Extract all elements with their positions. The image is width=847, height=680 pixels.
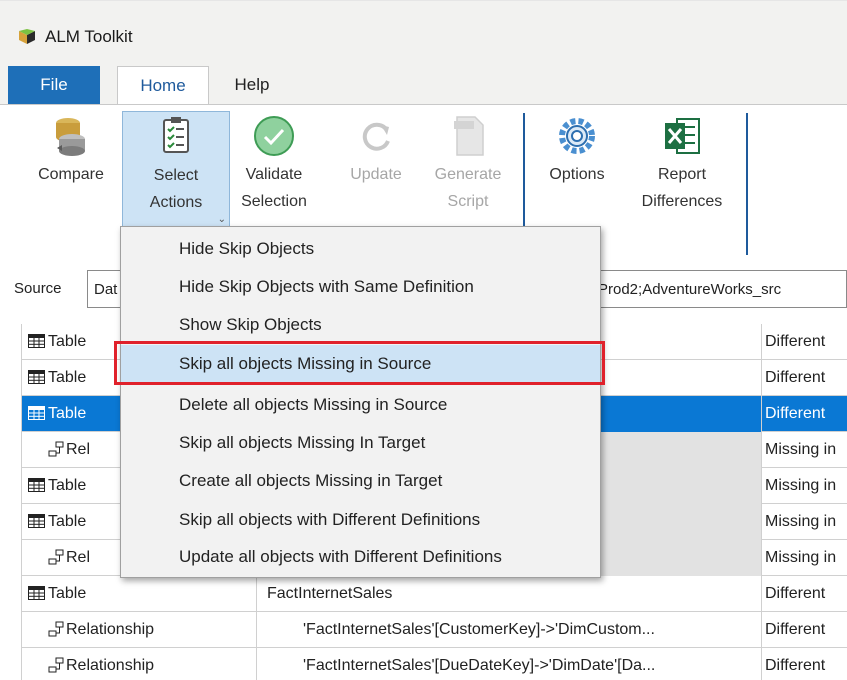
select-actions-menu: Hide Skip Objects Hide Skip Objects with… [120,226,601,578]
refresh-icon [362,122,390,151]
options-label: Options [549,166,605,183]
relationship-icon [48,435,64,457]
database-compare-icon [56,118,85,156]
validate-selection-button[interactable]: Validate Selection [236,113,312,215]
table-icon [28,326,45,348]
checkmark-circle-icon [254,116,294,156]
object-type: Rel [66,441,91,458]
status: Different [765,621,826,638]
object-type: Rel [66,549,91,566]
object-type: Table [48,477,87,494]
options-button[interactable]: Options [534,113,620,188]
generate-label-2: Script [447,193,489,210]
gear-icon [559,118,595,154]
json-file-icon [454,116,484,156]
select-actions-label-2: Actions [149,194,203,211]
ribbon-separator [746,113,748,255]
select-actions-button[interactable]: Select Actions ⌄ [122,111,230,233]
title-bar: ALM Toolkit [0,0,847,62]
status: Different [765,333,826,350]
relationship-icon [48,615,64,637]
object-name: 'FactInternetSales'[CustomerKey]->'DimCu… [257,612,762,648]
object-type: Relationship [66,621,155,638]
select-actions-label-1: Select [153,167,199,184]
object-type: Table [48,333,87,350]
source-value-left: Dat [94,281,118,298]
table-icon [28,470,45,492]
relationship-icon [48,543,64,565]
menu-item-hide-skip-objects[interactable]: Hide Skip Objects [121,230,600,268]
table-icon [28,362,45,384]
source-label: Source [14,280,62,297]
menu-item-create-missing-in-target[interactable]: Create all objects Missing in Target [121,462,600,500]
menu-item-show-skip-objects[interactable]: Show Skip Objects [121,306,600,344]
menu-item-hide-skip-same-definition[interactable]: Hide Skip Objects with Same Definition [121,268,600,306]
tab-file[interactable]: File [8,66,100,104]
generate-script-button[interactable]: Generate Script [423,113,513,215]
object-name: 'FactInternetSales'[DueDateKey]->'DimDat… [257,648,762,680]
tab-home[interactable]: Home [117,66,209,105]
validate-label-2: Selection [241,193,307,210]
table-row[interactable]: Relationship 'FactInternetSales'[DueDate… [21,648,847,680]
table-icon [28,398,45,420]
highlight-annotation [114,341,605,385]
status: Different [765,405,826,422]
status: Different [765,369,826,386]
table-row[interactable]: Table FactInternetSales Different [21,576,847,612]
status: Different [765,585,826,602]
menu-item-skip-missing-in-target[interactable]: Skip all objects Missing In Target [121,424,600,462]
status: Different [765,657,826,674]
report-label-1: Report [657,166,707,183]
status: Missing in [765,549,837,566]
status: Missing in [765,477,837,494]
report-differences-button[interactable]: Report Differences [628,113,736,215]
compare-label: Compare [38,166,104,183]
excel-icon [665,118,700,154]
status: Missing in [765,441,837,458]
menu-item-skip-different-definitions[interactable]: Skip all objects with Different Definiti… [121,501,600,539]
object-type: Table [48,585,87,602]
menu-item-update-different-definitions[interactable]: Update all objects with Different Defini… [121,538,600,576]
menu-item-delete-missing-in-source[interactable]: Delete all objects Missing in Source [121,386,600,424]
object-type: Relationship [66,657,155,674]
ribbon-tabs: File Home Help [0,62,847,105]
object-type: Table [48,369,87,386]
app-logo-icon [19,29,35,44]
validate-label-1: Validate [245,166,303,183]
checklist-icon [163,117,189,153]
report-label-2: Differences [641,193,723,210]
table-icon [28,578,45,600]
status: Missing in [765,513,837,530]
compare-button[interactable]: Compare [25,113,117,188]
app-title: ALM Toolkit [45,27,133,46]
update-button[interactable]: Update [338,113,414,188]
table-row[interactable]: Relationship 'FactInternetSales'[Custome… [21,612,847,648]
generate-label-1: Generate [434,166,502,183]
object-type: Table [48,405,87,422]
tab-help[interactable]: Help [222,66,282,104]
update-label: Update [350,166,402,183]
object-name: FactInternetSales [257,576,762,612]
relationship-icon [48,651,64,673]
object-type: Table [48,513,87,530]
source-value-right: Prod2;AdventureWorks_src [598,281,782,298]
table-icon [28,506,45,528]
